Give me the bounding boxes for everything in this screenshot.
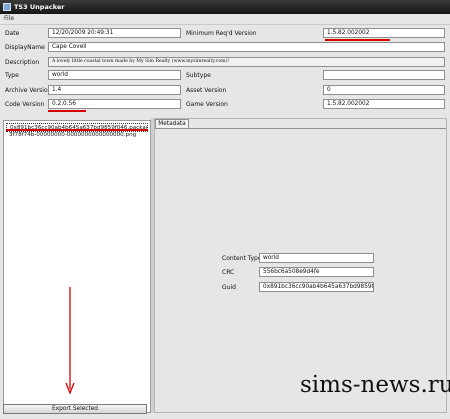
code-version-field[interactable]: 0.2.0.56: [48, 99, 181, 109]
metadata-panel: Metadata Content Type world CRC 556bc6a5…: [154, 118, 447, 413]
annotation-underline-code-version: [48, 110, 86, 112]
tab-underline: [155, 128, 446, 129]
min-version-field[interactable]: 1.5.82.002002: [323, 28, 445, 38]
menu-file[interactable]: File: [4, 15, 14, 22]
subtype-field[interactable]: [323, 70, 445, 80]
crc-label: CRC: [222, 269, 235, 276]
title-bar[interactable]: TS3 Unpacker: [0, 0, 450, 14]
archive-version-field[interactable]: 1.4: [48, 85, 181, 95]
export-selected-button[interactable]: Export Selected: [3, 404, 147, 414]
description-field[interactable]: A lovely little coastal town made by My …: [48, 57, 445, 67]
archive-version-label: Archive Version: [5, 87, 52, 94]
min-version-label: Minimum Req'd Version: [186, 30, 257, 37]
annotation-arrow-icon: [65, 287, 75, 395]
game-version-label: Game Version: [186, 101, 228, 108]
type-label: Type: [5, 72, 19, 79]
display-name-field[interactable]: Cape Covell: [48, 42, 445, 52]
file-list-item-png[interactable]: 3f78f74b-00000000-0000000000000000.png: [6, 131, 148, 140]
game-version-field[interactable]: 1.5.82.002002: [323, 99, 445, 109]
crc-field[interactable]: 556bc6a508e9d4fe: [259, 267, 374, 277]
file-list[interactable]: 0x891bc36cc90ab4b645a637bd9859f046.packa…: [3, 120, 151, 413]
date-label: Date: [5, 30, 20, 37]
type-field[interactable]: world: [48, 70, 181, 80]
app-icon: [3, 3, 11, 11]
asset-version-field[interactable]: 0: [323, 85, 445, 95]
content-type-label: Content Type: [222, 255, 262, 262]
date-field[interactable]: 12/20/2009 20:49:31: [48, 28, 181, 38]
menu-bar: File: [0, 14, 450, 25]
description-label: Description: [5, 59, 40, 66]
guid-field[interactable]: 0x891bc36cc90ab4b645a637bd9859f046: [259, 282, 374, 292]
annotation-underline-min-version: [325, 39, 390, 41]
content-type-field[interactable]: world: [259, 253, 374, 263]
code-version-label: Code Version: [5, 101, 45, 108]
watermark-text: sims-news.ru: [300, 372, 450, 398]
guid-label: Guid: [222, 284, 236, 291]
display-name-label: DisplayName: [5, 44, 45, 51]
asset-version-label: Asset Version: [186, 87, 227, 94]
subtype-label: Subtype: [186, 72, 211, 79]
annotation-underline-selected-file: [6, 129, 148, 131]
window-title: TS3 Unpacker: [14, 3, 65, 11]
app-window: TS3 Unpacker File Date 12/20/2009 20:49:…: [0, 0, 450, 419]
